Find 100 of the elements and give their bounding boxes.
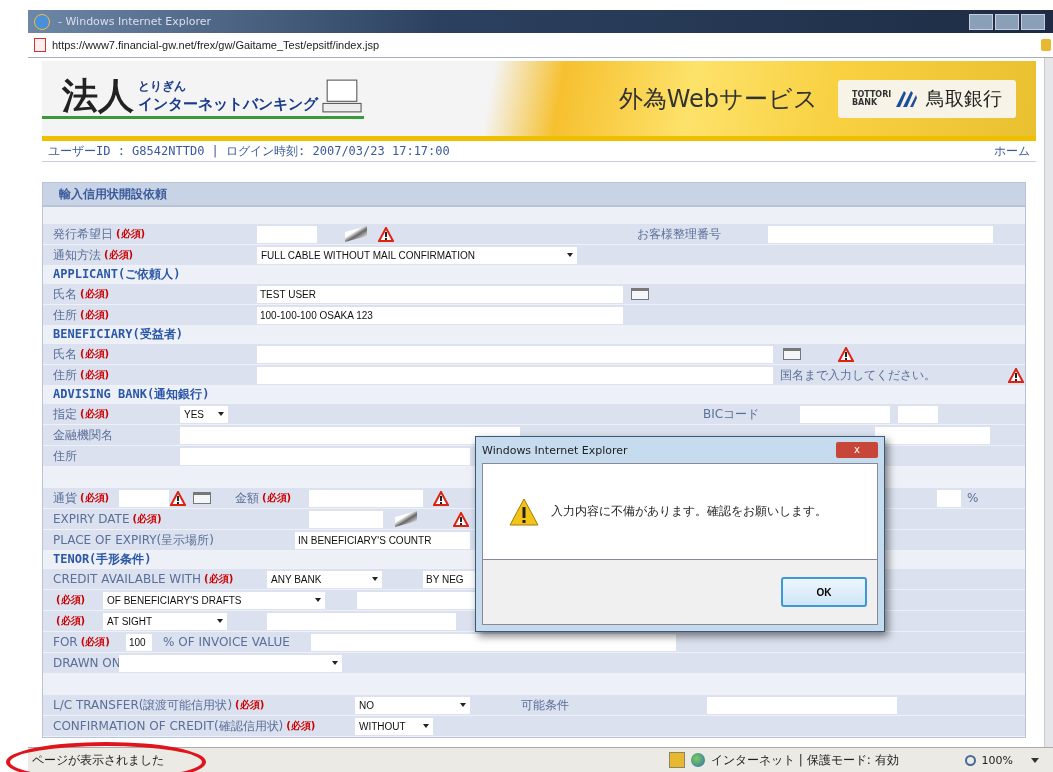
input-field[interactable]: [311, 633, 676, 651]
input-field[interactable]: [180, 426, 520, 444]
address-bar[interactable]: https://www7.financial-gw.net/frex/gw/Gaitame_Test/epsitf/index.jsp: [28, 33, 1053, 58]
section-heading: APPLICANT(ご依頼人): [53, 266, 181, 283]
required-mark: (必須): [56, 614, 86, 628]
close-button[interactable]: x: [836, 442, 878, 458]
field-label: 金融機関名: [53, 426, 113, 444]
dropdown[interactable]: WITHOUT: [355, 717, 433, 735]
section-heading: BENEFICIARY(受益者): [53, 326, 183, 343]
field-label: 氏名: [53, 285, 77, 303]
zoom-level[interactable]: 100%: [981, 753, 1013, 767]
status-text: ページが表示されました: [32, 751, 164, 769]
globe-icon: [691, 753, 705, 767]
window-icon[interactable]: [783, 348, 801, 360]
hint-text: 国名まで入力してください。: [780, 366, 936, 384]
warning-icon: [433, 490, 449, 506]
computer-icon: [320, 78, 364, 114]
warning-icon: [170, 490, 186, 506]
required-mark: (必須): [204, 572, 234, 586]
input-field[interactable]: [180, 447, 470, 465]
scrollbar[interactable]: [1044, 58, 1053, 747]
warning-icon: [1008, 367, 1024, 383]
input-field[interactable]: 100-100-100 OSAKA 123: [257, 306, 623, 324]
hint-text: % OF INVOICE VALUE: [163, 635, 290, 649]
section-heading: TENOR(手形条件): [53, 551, 152, 568]
browser-logo-icon: [34, 13, 50, 30]
bank-logo: TOTTORI BANK 鳥取銀行: [838, 79, 1016, 118]
user-info: ユーザーID : G8542NTTD0 | ログイン時刻: 2007/03/23 17:17:00: [48, 142, 450, 160]
required-mark: (必須): [262, 491, 292, 505]
wing-icon: [894, 88, 918, 109]
section-heading: ADVISING BANK(通知銀行): [53, 386, 210, 403]
input-field[interactable]: [768, 225, 993, 243]
dropdown-icon[interactable]: [1031, 757, 1039, 763]
required-mark: (必須): [56, 593, 86, 607]
zone-text: インターネット | 保護モード: 有効: [711, 751, 899, 769]
close-button[interactable]: [1021, 13, 1045, 30]
warning-icon: [378, 226, 394, 242]
field-label: L/C TRANSFER(譲渡可能信用状): [53, 696, 233, 714]
page-icon: [34, 38, 46, 52]
required-mark: (必須): [80, 407, 110, 421]
input-field[interactable]: 100: [126, 633, 152, 651]
home-link[interactable]: ホーム: [994, 142, 1030, 160]
brand-subtitle: とりぎん: [138, 78, 187, 95]
input-field[interactable]: [800, 405, 890, 423]
window-icon[interactable]: [193, 492, 211, 504]
input-field[interactable]: [937, 489, 961, 507]
field-label: 可能条件: [521, 696, 569, 714]
required-mark: (必須): [80, 347, 110, 361]
required-mark: (必須): [235, 698, 265, 712]
input-field[interactable]: [267, 612, 456, 630]
dropdown[interactable]: YES: [180, 405, 228, 423]
dropdown[interactable]: AT SIGHT: [103, 612, 227, 630]
required-mark: (必須): [286, 719, 316, 733]
required-mark: (必須): [132, 512, 162, 526]
field-label: お客様整理番号: [637, 225, 721, 243]
field-label: EXPIRY DATE: [53, 512, 130, 526]
field-label: 指定: [53, 405, 77, 423]
window-title: - Windows Internet Explorer: [58, 15, 212, 28]
field-label: 住所: [53, 306, 77, 324]
input-field[interactable]: [257, 366, 773, 384]
dialog-message: 入力内容に不備があります。確認をお願いします。: [551, 503, 827, 520]
input-field[interactable]: [309, 489, 423, 507]
field-label: 通知方法: [53, 246, 101, 264]
warning-icon: [838, 346, 854, 362]
warning-icon: [453, 511, 469, 527]
field-label: BICコード: [703, 405, 760, 423]
field-label: 住所: [53, 447, 77, 465]
field-label: 住所: [53, 366, 77, 384]
maximize-button[interactable]: [995, 13, 1019, 30]
required-mark: (必須): [80, 308, 110, 322]
input-field[interactable]: IN BENEFICIARY'S COUNTR: [295, 531, 470, 549]
field-label: 金額: [235, 489, 259, 507]
field-label: CREDIT AVAILABLE WITH: [53, 572, 202, 586]
window-icon[interactable]: [631, 288, 649, 300]
brand-title: 法人: [62, 78, 134, 114]
required-mark: (必須): [116, 227, 146, 241]
input-field[interactable]: [257, 225, 317, 243]
input-field[interactable]: [707, 696, 897, 714]
field-label: 氏名: [53, 345, 77, 363]
dropdown[interactable]: [119, 654, 342, 672]
dropdown[interactable]: NO: [355, 696, 470, 714]
hint-text: %: [967, 491, 979, 505]
dropdown[interactable]: OF BENEFICIARY'S DRAFTS: [103, 591, 325, 609]
input-field[interactable]: [898, 405, 938, 423]
required-mark: (必須): [80, 491, 110, 505]
input-field[interactable]: [309, 510, 383, 528]
minimize-button[interactable]: [969, 13, 993, 30]
field-label: PLACE OF EXPIRY(呈示場所): [53, 531, 214, 549]
required-mark: (必須): [104, 248, 134, 262]
field-label: 発行希望日: [53, 225, 113, 243]
ok-button[interactable]: OK: [781, 577, 867, 607]
service-title: 外為Webサービス: [618, 83, 818, 115]
dropdown[interactable]: FULL CABLE WITHOUT MAIL CONFIRMATION: [257, 246, 577, 264]
dropdown[interactable]: ANY BANK: [267, 570, 382, 588]
url-text: https://www7.financial-gw.net/frex/gw/Gaitame_Test/epsitf/index.jsp: [52, 39, 380, 51]
input-field[interactable]: TEST USER: [257, 285, 623, 303]
input-field[interactable]: [875, 426, 990, 444]
input-field[interactable]: [257, 345, 773, 363]
field-label: CONFIRMATION OF CREDIT(確認信用状): [53, 717, 284, 735]
warning-icon: [509, 497, 539, 526]
